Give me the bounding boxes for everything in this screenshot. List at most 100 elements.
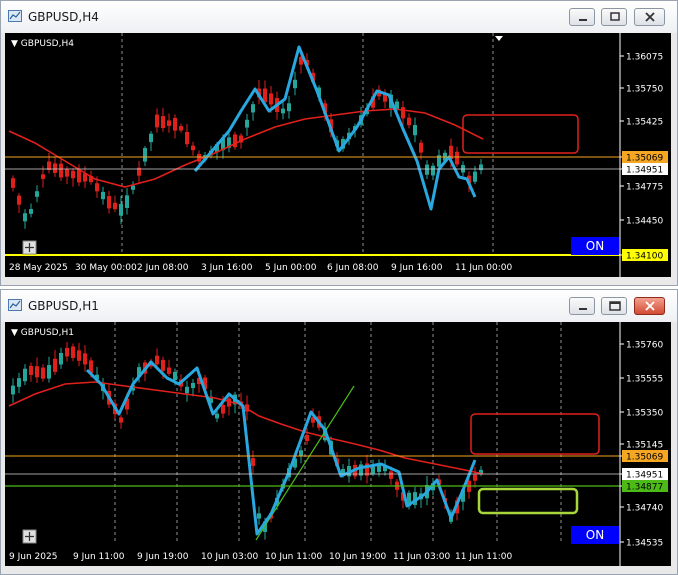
zigzag-line — [193, 45, 477, 211]
candle-body — [281, 108, 285, 114]
candle-body — [191, 382, 195, 389]
candle-body — [221, 404, 225, 414]
candle-body — [53, 163, 57, 173]
candle-body — [101, 191, 105, 200]
chart-window-h4: GBPUSD,H4 ▼ GBPUSD,H4 ON 1.36075 1.35750… — [0, 0, 678, 286]
candle-body — [167, 120, 171, 126]
candle-body — [179, 126, 183, 131]
time-tick-label: 10 Jun 03:00 — [201, 552, 258, 562]
chart-window-icon — [8, 10, 22, 22]
candle-body — [53, 358, 57, 372]
candle-body — [71, 170, 75, 179]
candle-body — [431, 165, 435, 176]
candle-body — [119, 203, 123, 216]
candle-body — [155, 114, 159, 128]
price-tick-label: 1.34877 — [626, 483, 663, 493]
candle-body — [155, 355, 159, 365]
candle-body — [185, 386, 189, 394]
candle-body — [413, 125, 417, 136]
chart-canvas-h1[interactable]: ▼ GBPUSD,H1 ON 1.35760 1.35555 1.35350 1.35… — [5, 322, 671, 566]
time-tick-label: 10 Jun 11:00 — [265, 552, 322, 562]
candle-body — [161, 359, 165, 371]
candle-body — [473, 171, 477, 182]
candle-body — [287, 103, 291, 112]
candle-body — [245, 119, 249, 128]
candle-body — [125, 195, 129, 208]
price-tick-label: 1.36075 — [626, 53, 663, 63]
candle-body — [257, 513, 261, 519]
price-chart-h4[interactable]: ▼ GBPUSD,H4 ON 1.36075 1.35750 1.35425 1.35… — [5, 33, 671, 277]
candle-body — [173, 117, 177, 131]
maximize-button[interactable] — [601, 297, 627, 315]
candle-body — [23, 368, 27, 382]
price-tick-label: 1.34450 — [626, 217, 663, 227]
chart-window-h1: GBPUSD,H1 ▼ GBPUSD,H1 ON 1.35760 1.35555… — [0, 289, 678, 575]
candle-body — [77, 169, 81, 183]
time-tick-label: 3 Jun 16:00 — [201, 263, 253, 273]
price-tick-label: 1.35750 — [626, 85, 663, 95]
candle-body — [113, 202, 117, 210]
candle-body — [167, 367, 171, 374]
price-tick-label: 1.34100 — [626, 252, 663, 262]
support-zone-box[interactable] — [477, 487, 579, 515]
chart-shift-marker-icon[interactable] — [495, 36, 503, 41]
candle-body — [131, 185, 135, 190]
chart-symbol-label: ▼ GBPUSD,H1 — [11, 328, 74, 338]
on-badge-label: ON — [586, 239, 604, 253]
window-titlebar[interactable]: GBPUSD,H4 — [1, 1, 677, 33]
time-tick-label: 28 May 2025 — [9, 263, 68, 273]
candle-body — [65, 347, 69, 357]
candle-body — [23, 213, 27, 222]
candle-body — [419, 142, 423, 153]
price-tick-label: 1.34951 — [626, 471, 663, 481]
window-titlebar[interactable]: GBPUSD,H1 — [1, 290, 677, 322]
price-tick-label: 1.35425 — [626, 118, 663, 128]
window-title: GBPUSD,H1 — [28, 299, 99, 313]
candle-body — [17, 378, 21, 387]
price-tick-label: 1.35760 — [626, 341, 663, 351]
candle-body — [215, 413, 219, 419]
candle-body — [11, 178, 15, 188]
price-tick-label: 1.35145 — [626, 441, 663, 451]
close-icon — [645, 301, 655, 311]
window-title: GBPUSD,H4 — [28, 10, 99, 24]
candle-body — [191, 145, 195, 151]
price-tick-label: 1.34535 — [626, 539, 663, 549]
candle-body — [47, 365, 51, 379]
candle-body — [389, 471, 393, 479]
candle-body — [473, 474, 477, 481]
candle-body — [149, 133, 153, 143]
candle-body — [29, 365, 33, 375]
time-tick-label: 6 Jun 08:00 — [327, 263, 379, 273]
candle-body — [71, 346, 75, 358]
candle-body — [407, 117, 411, 126]
time-tick-label: 11 Jun 11:00 — [455, 552, 512, 562]
candle-body — [455, 151, 459, 165]
price-tick-label: 1.35350 — [626, 409, 663, 419]
chart-canvas-h4[interactable]: ▼ GBPUSD,H4 ON 1.36075 1.35750 1.35425 1.35… — [5, 33, 671, 277]
candle-body — [83, 353, 87, 365]
candle-body — [59, 163, 63, 178]
candle-body — [41, 174, 45, 179]
maximize-icon — [609, 301, 621, 311]
candle-body — [251, 458, 255, 466]
time-tick-label: 10 Jun 19:00 — [329, 552, 386, 562]
close-button[interactable] — [634, 8, 665, 26]
time-tick-label: 30 May 00:00 — [75, 263, 137, 273]
candle-body — [41, 367, 45, 379]
price-tick-label: 1.34951 — [626, 166, 663, 176]
chart-window-icon — [8, 299, 22, 311]
candle-body — [119, 417, 123, 423]
close-button[interactable] — [634, 297, 665, 315]
price-chart-h1[interactable]: ▼ GBPUSD,H1 ON 1.35760 1.35555 1.35350 1.35… — [5, 322, 671, 566]
resistance-zone-box[interactable] — [462, 114, 579, 154]
candle-body — [17, 195, 21, 205]
time-tick-label: 5 Jun 00:00 — [265, 263, 317, 273]
restore-button[interactable] — [601, 8, 627, 26]
minimize-button[interactable] — [569, 297, 595, 315]
time-tick-label: 11 Jun 03:00 — [393, 552, 450, 562]
price-tick-label: 1.35069 — [626, 453, 663, 463]
minimize-button[interactable] — [569, 8, 595, 26]
restore-icon — [610, 12, 620, 21]
resistance-zone-box[interactable] — [470, 413, 600, 455]
